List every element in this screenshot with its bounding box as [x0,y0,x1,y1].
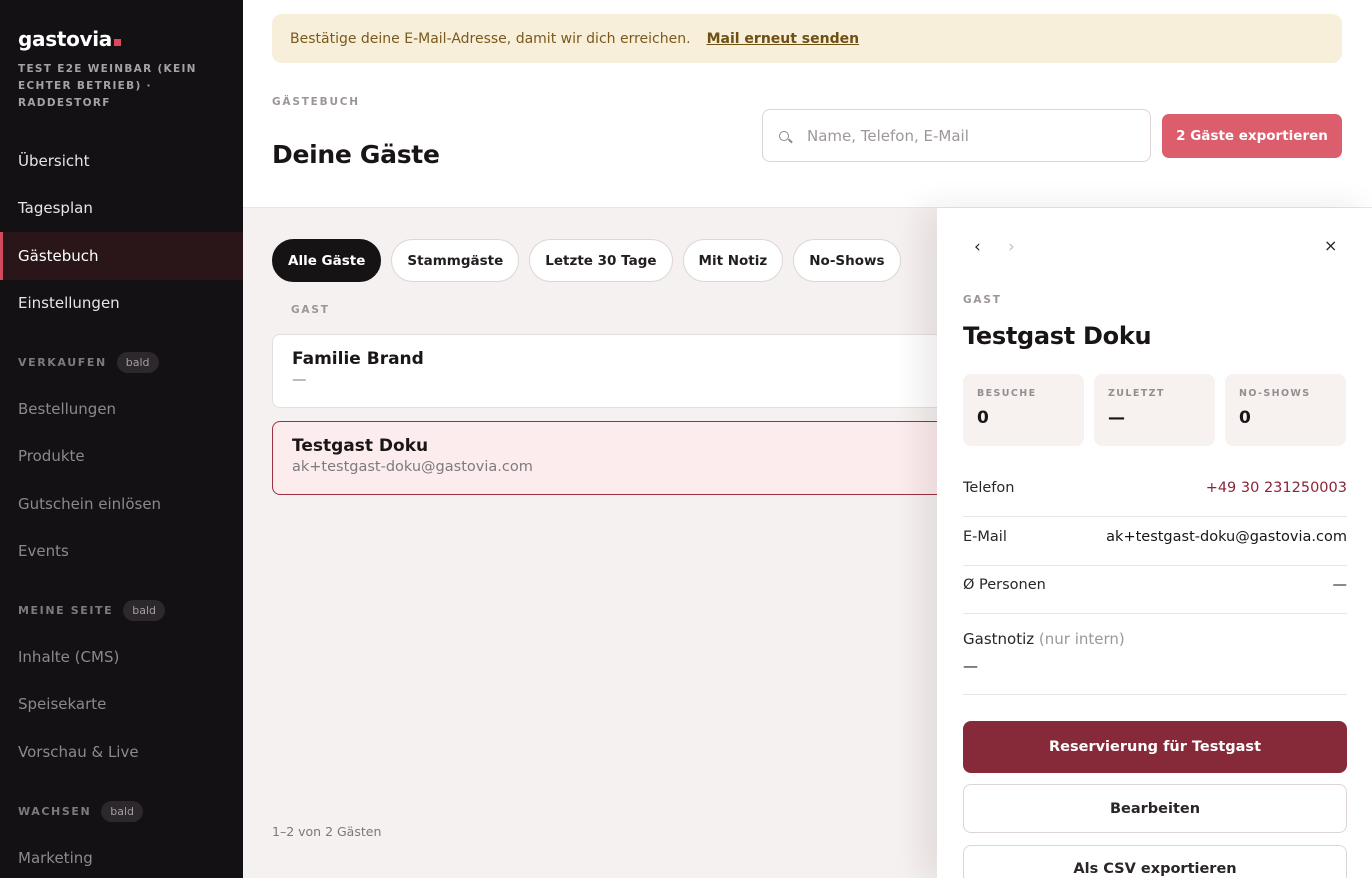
chevron-right-icon[interactable]: › [1008,237,1015,257]
guest-detail-drawer: ‹ › × GAST Testgast Doku BESUCHE 0 ZULET… [937,208,1372,878]
sidebar-item-gaestebuch[interactable]: Gästebuch [0,232,243,280]
divider [963,516,1347,517]
stat-no-shows: NO-SHOWS 0 [1225,374,1346,446]
divider [963,565,1347,566]
guest-name: Familie Brand [292,349,424,369]
detail-eyebrow: GAST [963,294,1002,306]
guest-note-hint: (nur intern) [1038,630,1125,648]
guest-note-title: Gastnotiz [963,630,1035,648]
avg-persons-value: — [1332,577,1348,593]
sidebar-item-vorschau-live[interactable]: Vorschau & Live [0,728,243,776]
table-row[interactable]: Testgast Doku ak+testgast-doku@gastovia.… [272,421,972,495]
email-value: ak+testgast-doku@gastovia.com [1106,529,1347,545]
sidebar-item-label: Übersicht [18,152,90,170]
filter-chip-no-shows[interactable]: No-Shows [793,239,901,282]
phone-row: Telefon +49 30 231250003 [963,480,1347,496]
venue-name: TEST E2E WEINBAR (KEIN ECHTER BETRIEB) ·… [18,63,197,109]
soon-badge: bald [123,600,166,621]
email-verification-banner: Bestätige deine E-Mail-Adresse, damit wi… [272,14,1342,63]
filter-chip-mit-notiz[interactable]: Mit Notiz [682,239,784,282]
guest-detail-name: Testgast Doku [963,322,1152,350]
sidebar: gastovia TEST E2E WEINBAR (KEIN ECHTER B… [0,0,243,878]
export-guests-button[interactable]: 2 Gäste exportieren [1162,114,1342,158]
filter-chip-letzte-30-tage[interactable]: Letzte 30 Tage [529,239,673,282]
guest-note-value[interactable]: — [963,657,978,675]
table-row[interactable]: Familie Brand — [272,334,972,408]
sidebar-item-label: Marketing [18,849,93,867]
search-icon [779,130,789,141]
section-label-wachsen: WACHSEN bald [18,801,144,822]
guest-contact: ak+testgast-doku@gastovia.com [292,459,533,475]
stat-label: ZULETZT [1108,388,1165,399]
sidebar-item-speisekarte[interactable]: Speisekarte [0,680,243,728]
divider [963,694,1347,695]
section-label-text: MEINE SEITE [18,604,114,617]
edit-guest-button[interactable]: Bearbeiten [963,784,1347,833]
sidebar-item-uebersicht[interactable]: Übersicht [0,137,243,185]
close-icon[interactable]: × [1324,236,1337,255]
page-eyebrow: GÄSTEBUCH [272,96,360,108]
brand-logo-text: gastovia [18,27,113,51]
search-box [762,109,1151,162]
sidebar-item-label: Gutschein einlösen [18,495,162,513]
sidebar-item-label: Gästebuch [18,247,99,265]
column-header-guest: GAST [291,304,330,316]
sidebar-item-tagesplan[interactable]: Tagesplan [0,184,243,232]
avg-persons-label: Ø Personen [963,577,1046,593]
phone-label: Telefon [963,480,1015,496]
create-reservation-button[interactable]: Reservierung für Testgast [963,721,1347,773]
section-label-text: VERKAUFEN [18,356,107,369]
soon-badge: bald [116,352,159,373]
sidebar-item-marketing[interactable]: Marketing [0,834,243,878]
stat-value: 0 [977,408,989,428]
guest-name: Testgast Doku [292,436,429,456]
guest-note-label: Gastnotiz (nur intern) [963,630,1125,648]
sidebar-item-inhalte-cms[interactable]: Inhalte (CMS) [0,633,243,681]
avg-persons-row: Ø Personen — [963,577,1347,593]
stat-last-visit: ZULETZT — [1094,374,1215,446]
stat-visits: BESUCHE 0 [963,374,1084,446]
page-title: Deine Gäste [272,140,440,169]
page-header: Bestätige deine E-Mail-Adresse, damit wi… [243,0,1372,208]
export-csv-button[interactable]: Als CSV exportieren [963,845,1347,878]
sidebar-item-produkte[interactable]: Produkte [0,432,243,480]
soon-badge: bald [101,801,144,822]
sidebar-item-label: Speisekarte [18,695,107,713]
stat-label: NO-SHOWS [1239,388,1311,399]
divider [963,613,1347,614]
sidebar-item-label: Events [18,542,69,560]
email-label: E-Mail [963,529,1007,545]
filter-chip-stammgaeste[interactable]: Stammgäste [391,239,520,282]
chevron-left-icon[interactable]: ‹ [974,237,981,257]
stat-label: BESUCHE [977,388,1037,399]
filter-chip-alle-gaeste[interactable]: Alle Gäste [272,239,382,282]
section-label-verkaufen: VERKAUFEN bald [18,352,159,373]
sidebar-item-label: Bestellungen [18,400,117,418]
brand-logo-dot [114,39,122,46]
filter-chips: Alle Gäste Stammgäste Letzte 30 Tage Mit… [272,239,901,282]
sidebar-item-label: Vorschau & Live [18,743,139,761]
stat-value: — [1108,408,1125,428]
pagination-summary: 1–2 von 2 Gästen [272,824,382,839]
resend-mail-link[interactable]: Mail erneut senden [707,31,860,47]
sidebar-item-label: Einstellungen [18,294,120,312]
section-label-text: WACHSEN [18,805,92,818]
banner-text: Bestätige deine E-Mail-Adresse, damit wi… [290,30,691,47]
section-label-meine-seite: MEINE SEITE bald [18,600,166,621]
guest-contact: — [292,372,307,388]
sidebar-item-einstellungen[interactable]: Einstellungen [0,279,243,327]
sidebar-item-label: Inhalte (CMS) [18,648,120,666]
sidebar-item-label: Produkte [18,447,85,465]
sidebar-item-bestellungen[interactable]: Bestellungen [0,385,243,433]
sidebar-item-label: Tagesplan [18,199,93,217]
search-input[interactable] [807,126,1127,145]
stat-value: 0 [1239,408,1251,428]
sidebar-item-gutschein-einloesen[interactable]: Gutschein einlösen [0,480,243,528]
phone-link[interactable]: +49 30 231250003 [1206,480,1347,496]
email-row: E-Mail ak+testgast-doku@gastovia.com [963,529,1347,545]
sidebar-item-events[interactable]: Events [0,527,243,575]
brand-logo[interactable]: gastovia [18,27,122,51]
